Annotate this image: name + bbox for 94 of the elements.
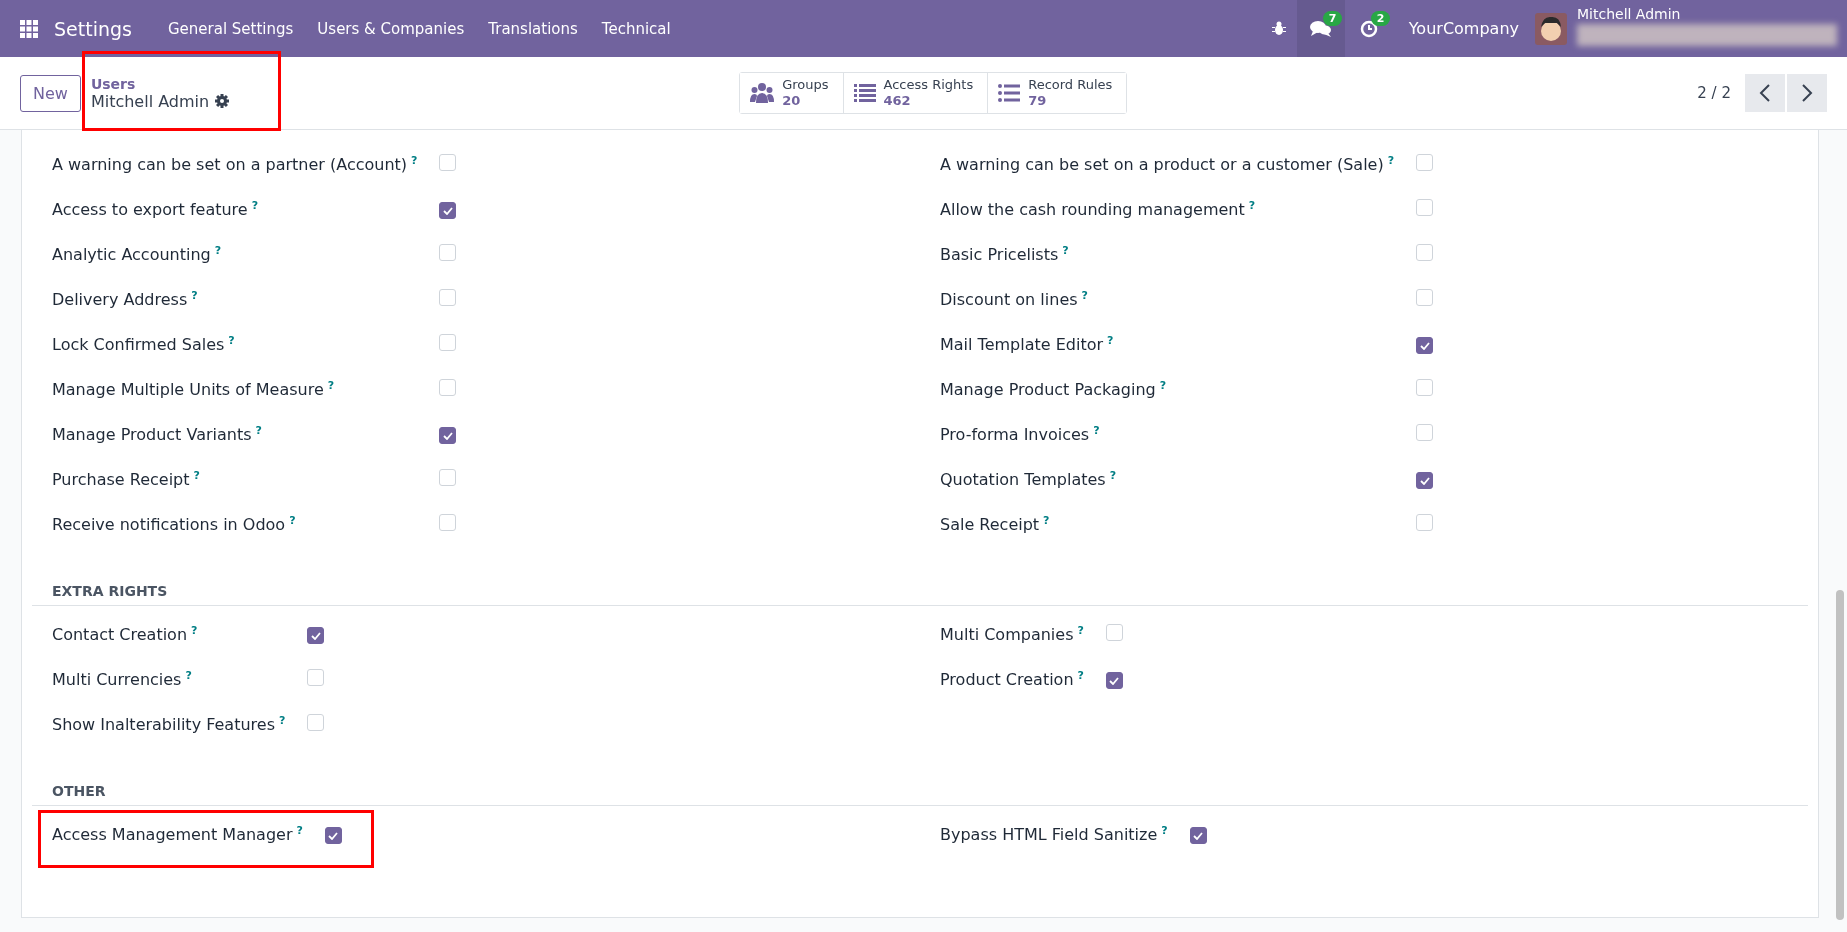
setting-label: Show Inalterability Features xyxy=(52,715,275,735)
setting-label: Multi Companies xyxy=(940,625,1074,645)
setting-label: Mail Template Editor xyxy=(940,335,1104,355)
setting-label: Contact Creation xyxy=(52,625,188,645)
menu-item[interactable]: Translations xyxy=(476,19,590,38)
checkmark-icon xyxy=(310,631,321,640)
help-mark[interactable]: ? xyxy=(251,199,259,213)
menu-item[interactable]: Users & Companies xyxy=(305,19,477,38)
checkmark-icon xyxy=(1419,341,1430,350)
bullet-list-icon xyxy=(998,84,1021,102)
setting-label: Analytic Accounting xyxy=(52,245,211,265)
users-icon xyxy=(750,82,775,104)
help-mark[interactable]: ? xyxy=(193,469,200,483)
checkmark-icon xyxy=(1109,676,1120,685)
chevron-right-icon xyxy=(1801,84,1813,102)
setting-label: Pro-forma Invoices xyxy=(940,425,1090,445)
menu-item[interactable]: Technical xyxy=(589,19,683,38)
pager-value[interactable]: 2 / 2 xyxy=(1697,84,1731,102)
setting-label: Manage Multiple Units of Measure xyxy=(52,380,324,400)
section-title: EXTRA RIGHTS xyxy=(32,583,1808,606)
help-mark[interactable]: ? xyxy=(1248,199,1256,213)
checkmark-icon xyxy=(443,431,453,440)
setting-label: Quotation Templates xyxy=(940,470,1106,490)
new-button[interactable]: New xyxy=(20,74,81,112)
setting-label: Access Management Manager xyxy=(52,825,293,845)
help-mark[interactable]: ? xyxy=(327,379,335,393)
avatar-icon[interactable] xyxy=(1535,12,1567,45)
help-mark[interactable]: ? xyxy=(191,624,198,638)
help-mark[interactable]: ? xyxy=(1109,469,1117,483)
setting-label: A warning can be set on a partner (Account) xyxy=(52,155,408,175)
section-title: OTHER xyxy=(32,783,1808,806)
checkbox[interactable] xyxy=(1416,337,1434,355)
setting-label: Purchase Receipt xyxy=(52,470,190,490)
checkbox[interactable] xyxy=(439,427,457,445)
checkbox[interactable] xyxy=(1416,472,1434,490)
help-mark[interactable]: ? xyxy=(1077,669,1084,683)
user-name[interactable]: Mitchell Admin xyxy=(1577,6,1847,22)
help-mark[interactable]: ? xyxy=(1062,244,1069,258)
setting-label: Product Creation xyxy=(940,670,1074,690)
help-mark[interactable]: ? xyxy=(185,669,192,683)
setting-label: Discount on lines xyxy=(940,290,1078,310)
checkbox[interactable] xyxy=(324,827,342,845)
help-mark[interactable]: ? xyxy=(1387,154,1395,168)
help-mark[interactable]: ? xyxy=(191,289,198,303)
clock-icon[interactable] xyxy=(1359,19,1378,38)
setting-label: A warning can be set on a product or a customer (Sale) xyxy=(940,155,1384,175)
setting-label: Basic Pricelists xyxy=(940,245,1059,265)
setting-label: Allow the cash rounding management xyxy=(940,200,1245,220)
list-icon xyxy=(853,84,876,102)
checkmark-icon xyxy=(328,831,339,840)
help-mark[interactable]: ? xyxy=(214,244,222,258)
bug-icon[interactable] xyxy=(1271,21,1286,36)
stat-button[interactable]: Groups 20 xyxy=(740,73,844,113)
setting-label: Lock Confirmed Sales xyxy=(52,335,225,355)
checkbox[interactable] xyxy=(439,202,457,220)
setting-label: Manage Product Variants xyxy=(52,425,252,445)
setting-label: Multi Currencies xyxy=(52,670,182,690)
help-mark[interactable]: ? xyxy=(1093,424,1100,438)
help-mark[interactable]: ? xyxy=(296,824,303,838)
checkmark-icon xyxy=(1193,831,1204,840)
menu-item[interactable]: General Settings xyxy=(155,19,306,38)
setting-label: Sale Receipt xyxy=(940,515,1040,535)
breadcrumb-link[interactable]: Users xyxy=(90,75,230,92)
checkbox[interactable] xyxy=(1105,672,1123,690)
setting-label: Delivery Address xyxy=(52,290,188,310)
company-name[interactable]: YourCompany xyxy=(1408,19,1519,38)
checkmark-icon xyxy=(1419,476,1430,485)
help-mark[interactable]: ? xyxy=(1107,334,1114,348)
apps-grid-icon[interactable] xyxy=(20,19,38,38)
help-mark[interactable]: ? xyxy=(255,424,262,438)
help-mark[interactable]: ? xyxy=(289,514,296,528)
previous-button[interactable] xyxy=(1745,74,1785,112)
help-mark[interactable]: ? xyxy=(1043,514,1050,528)
chevron-left-icon xyxy=(1759,84,1771,102)
help-mark[interactable]: ? xyxy=(1081,289,1088,303)
help-mark[interactable]: ? xyxy=(1159,379,1167,393)
setting-label: Access to export feature xyxy=(52,200,248,220)
app-title[interactable]: Settings xyxy=(54,17,132,40)
help-mark[interactable]: ? xyxy=(1077,624,1084,638)
gear-icon[interactable] xyxy=(215,94,230,108)
setting-label: Bypass HTML Field Sanitize xyxy=(940,825,1158,845)
help-mark[interactable]: ? xyxy=(411,154,418,168)
record-title: Mitchell Admin xyxy=(90,91,210,111)
message-count-badge: 7 xyxy=(1322,11,1343,26)
checkbox[interactable] xyxy=(307,627,325,645)
next-button[interactable] xyxy=(1787,74,1827,112)
setting-label: Receive notifications in Odoo xyxy=(52,515,286,535)
checkmark-icon xyxy=(443,206,453,215)
checkbox[interactable] xyxy=(1189,827,1207,845)
help-mark[interactable]: ? xyxy=(279,714,286,728)
setting-label: Manage Product Packaging xyxy=(940,380,1156,400)
help-mark[interactable]: ? xyxy=(1161,824,1168,838)
help-mark[interactable]: ? xyxy=(228,334,235,348)
activity-count-badge: 2 xyxy=(1370,11,1391,26)
